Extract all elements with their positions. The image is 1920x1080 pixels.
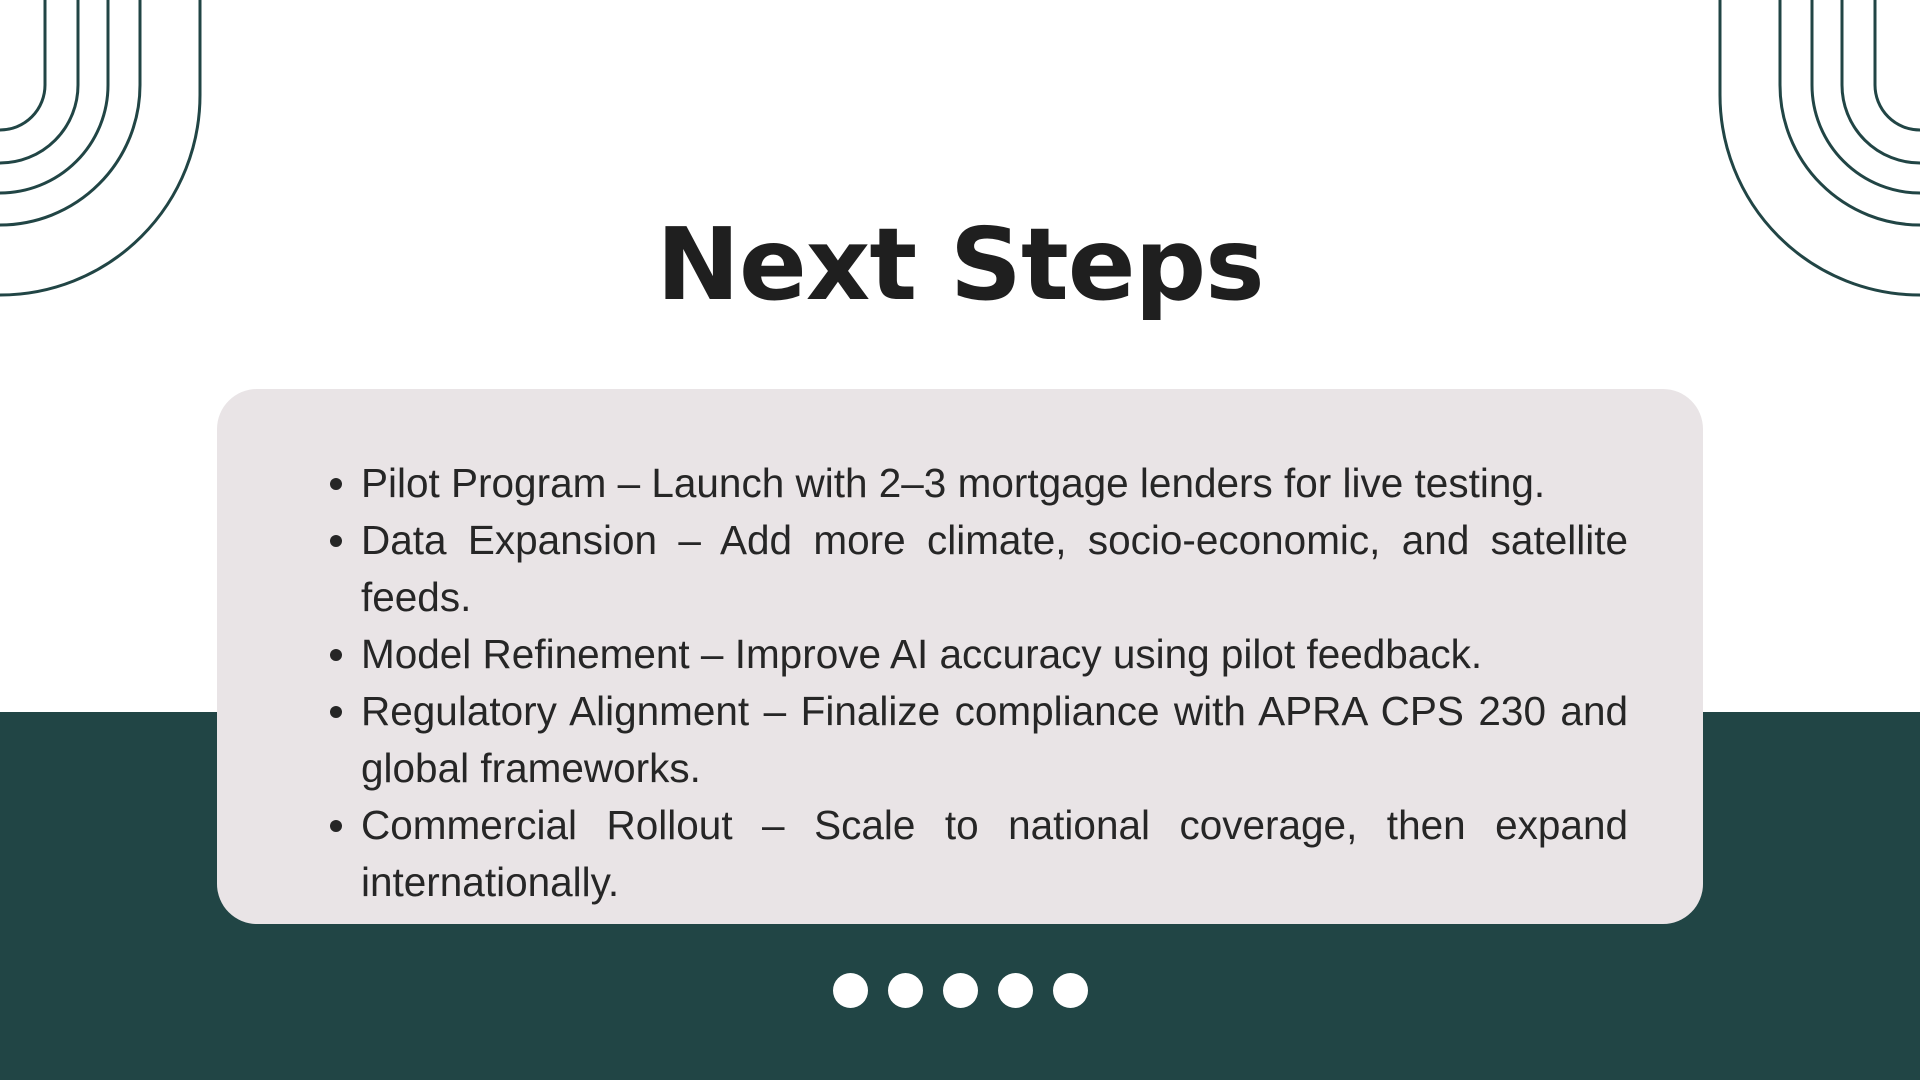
step-commercial-rollout: Commercial Rollout – Scale to national c… bbox=[330, 797, 1628, 911]
slide-title: Next Steps bbox=[656, 206, 1264, 323]
steps-card: Pilot Program – Launch with 2–3 mortgage… bbox=[217, 389, 1703, 924]
pagination-dots bbox=[0, 973, 1920, 1008]
step-text: Pilot Program – Launch with 2–3 mortgage… bbox=[361, 460, 1546, 506]
pagination-dot bbox=[887, 973, 923, 1008]
step-pilot-program: Pilot Program – Launch with 2–3 mortgage… bbox=[330, 455, 1628, 512]
step-text: Commercial Rollout – Scale to national c… bbox=[361, 802, 1628, 905]
pagination-dot bbox=[997, 973, 1033, 1008]
bullet-icon bbox=[330, 478, 342, 490]
step-model-refinement: Model Refinement – Improve AI accuracy u… bbox=[330, 626, 1628, 683]
step-data-expansion: Data Expansion – Add more climate, socio… bbox=[330, 512, 1628, 626]
pagination-dot bbox=[832, 973, 868, 1008]
step-regulatory-alignment: Regulatory Alignment – Finalize complian… bbox=[330, 683, 1628, 797]
bullet-icon bbox=[330, 535, 342, 547]
step-text: Data Expansion – Add more climate, socio… bbox=[361, 517, 1628, 620]
pagination-dot bbox=[942, 973, 978, 1008]
steps-list: Pilot Program – Launch with 2–3 mortgage… bbox=[217, 455, 1628, 911]
bullet-icon bbox=[330, 820, 342, 832]
step-text: Regulatory Alignment – Finalize complian… bbox=[361, 688, 1628, 791]
pagination-dot bbox=[1052, 973, 1088, 1008]
bullet-icon bbox=[330, 649, 342, 661]
step-text: Model Refinement – Improve AI accuracy u… bbox=[361, 631, 1483, 677]
bullet-icon bbox=[330, 706, 342, 718]
